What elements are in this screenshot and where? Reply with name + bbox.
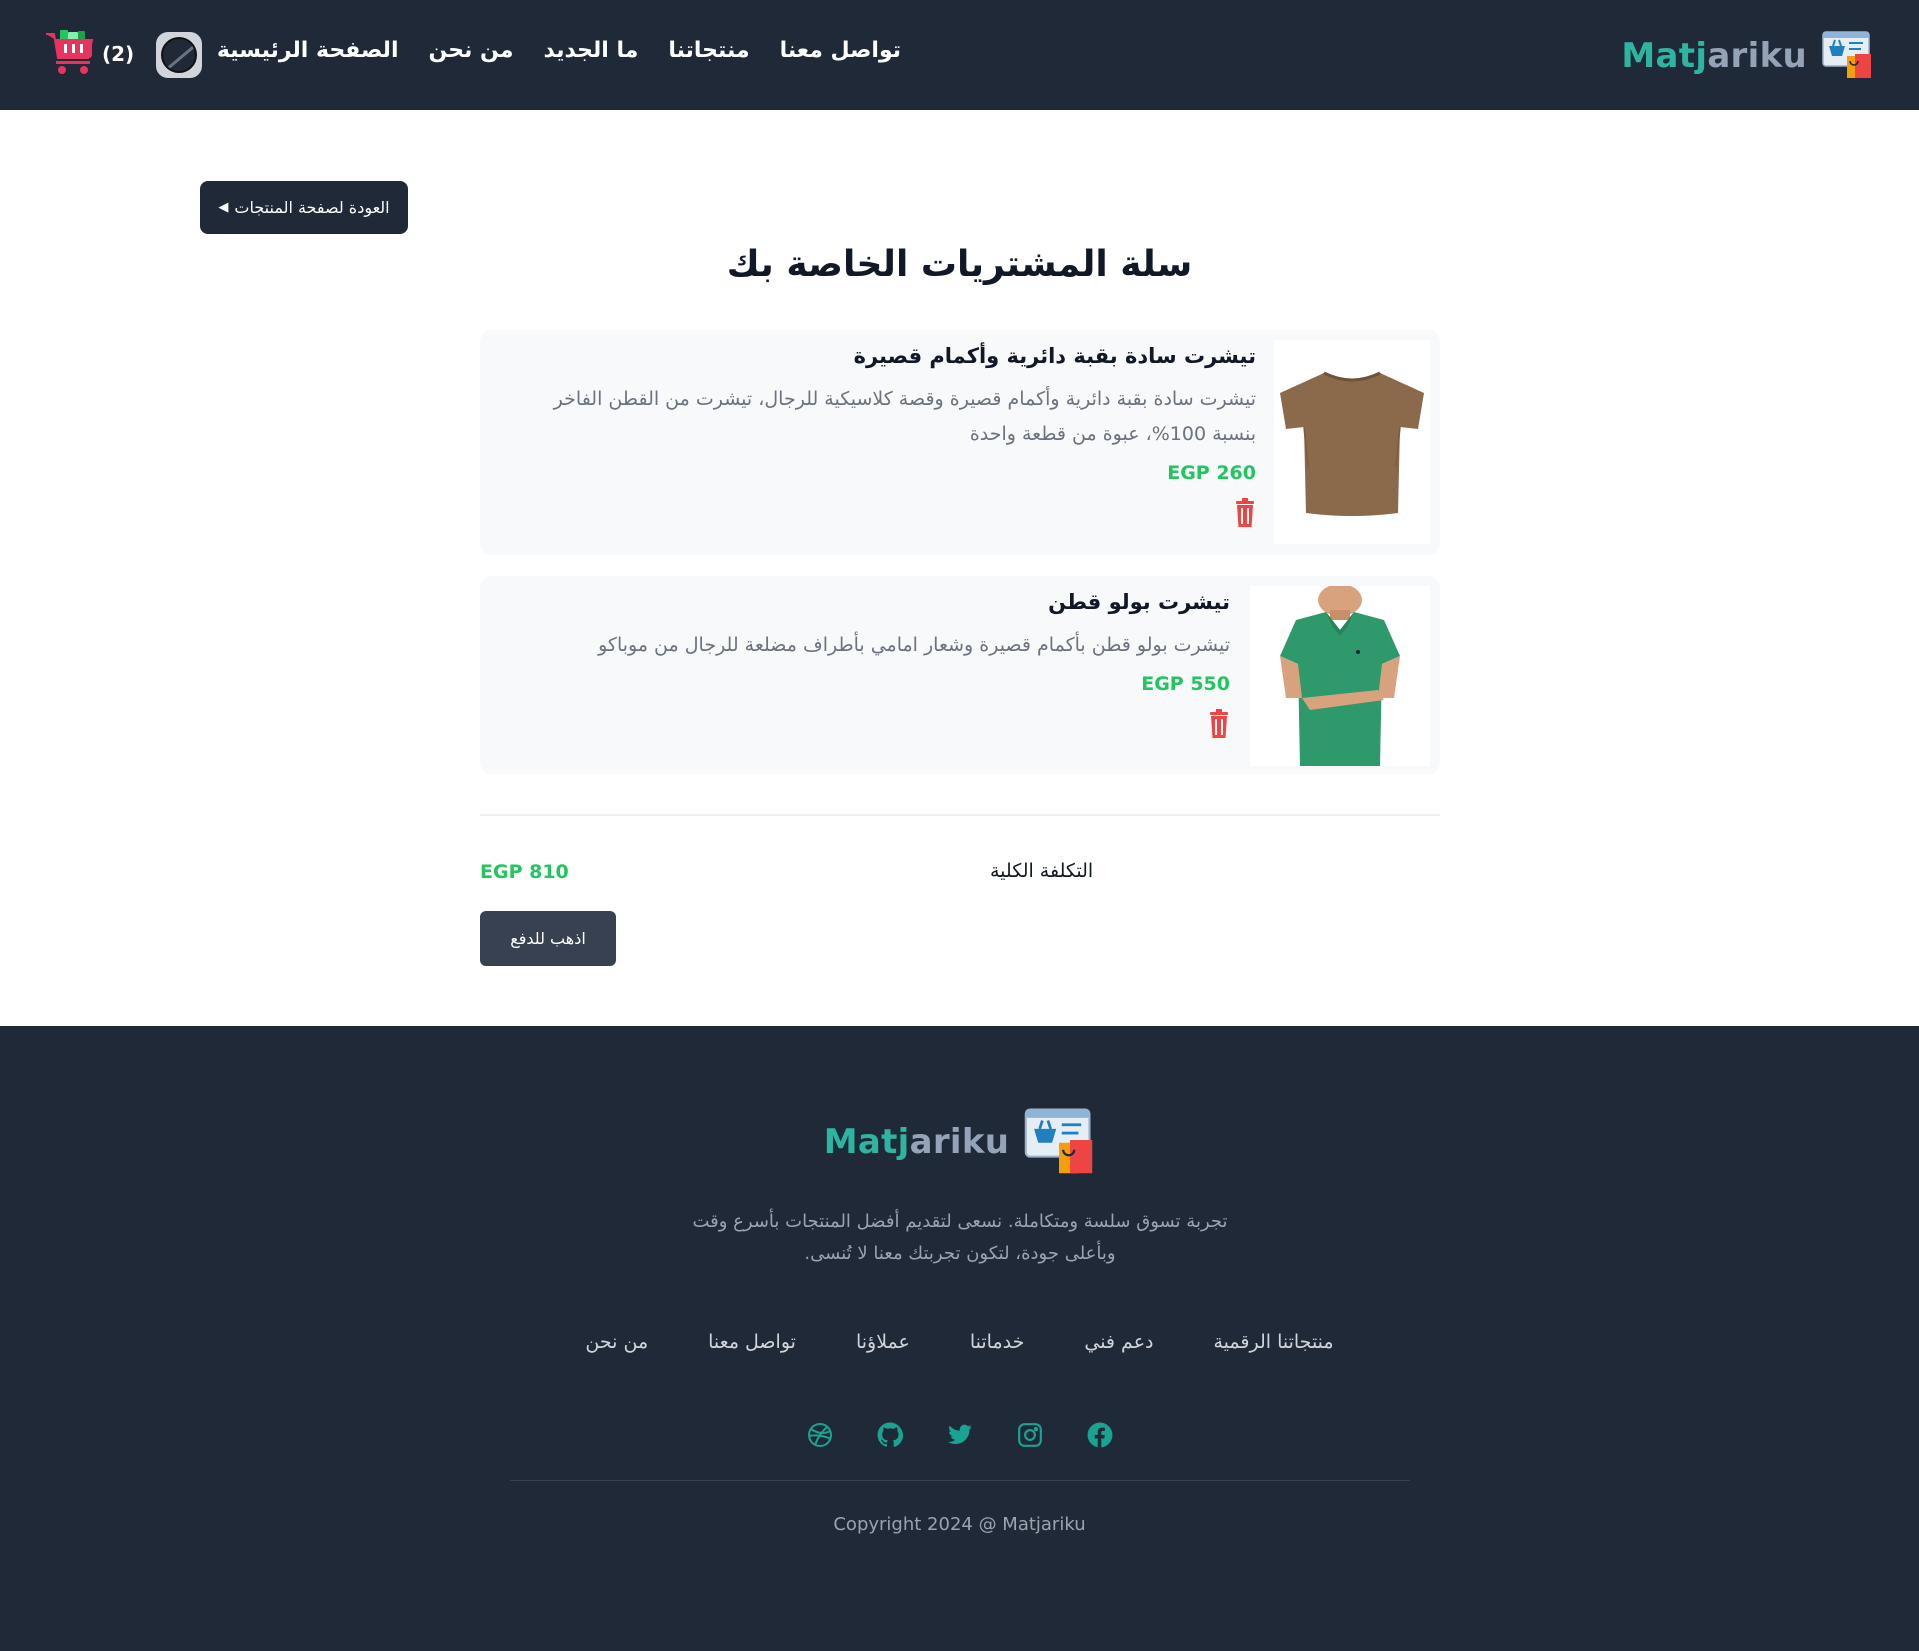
nav-about[interactable]: من نحن bbox=[428, 38, 513, 63]
item-description: تيشرت بولو قطن بأكمام قصيرة وشعار امامي … bbox=[598, 634, 1230, 656]
back-label: العودة لصفحة المنتجات bbox=[234, 198, 390, 217]
footer-link-about[interactable]: من نحن bbox=[585, 1331, 648, 1353]
footer-link-clients[interactable]: عملاؤنا bbox=[856, 1331, 910, 1353]
product-image-green-polo bbox=[1250, 586, 1430, 766]
item-info: تيشرت بولو قطن تيشرت بولو قطن بأكمام قصي… bbox=[500, 590, 1230, 743]
trash-icon[interactable] bbox=[1234, 498, 1256, 532]
trash-icon[interactable] bbox=[1208, 709, 1230, 743]
twitter-icon[interactable] bbox=[947, 1422, 973, 1448]
total-value: EGP 810 bbox=[480, 861, 569, 883]
main-nav: الصفحة الرئيسية من نحن ما الجديد منتجاتن… bbox=[217, 38, 901, 63]
copyright: Copyright 2024 @ Matjariku bbox=[833, 1514, 1086, 1535]
github-icon[interactable] bbox=[877, 1422, 903, 1448]
divider bbox=[480, 814, 1440, 816]
store-logo-icon bbox=[1023, 1104, 1095, 1180]
footer-brand-name: Matjariku bbox=[823, 1122, 1010, 1162]
footer-link-contact[interactable]: تواصل معنا bbox=[708, 1331, 796, 1353]
footer-link-digital-products[interactable]: منتجاتنا الرقمية bbox=[1214, 1331, 1334, 1353]
footer-description: تجربة تسوق سلسة ومتكاملة. نسعى لتقديم أف… bbox=[692, 1211, 1228, 1264]
item-price: EGP 260 bbox=[1167, 462, 1256, 484]
product-image-brown-tshirt bbox=[1274, 340, 1430, 544]
store-logo-icon bbox=[1821, 28, 1873, 84]
nav-whats-new[interactable]: ما الجديد bbox=[543, 38, 638, 63]
checkout-button[interactable]: اذهب للدفع bbox=[480, 911, 616, 966]
user-avatar[interactable] bbox=[156, 32, 202, 78]
nav-home[interactable]: الصفحة الرئيسية bbox=[217, 38, 399, 63]
back-arrow-icon: ◀ bbox=[218, 200, 229, 215]
nav-products[interactable]: منتجاتنا bbox=[668, 38, 749, 63]
total-label: التكلفة الكلية bbox=[990, 860, 1094, 882]
item-price: EGP 550 bbox=[1141, 673, 1230, 695]
item-title: تيشرت بولو قطن bbox=[1048, 590, 1230, 614]
footer-logo[interactable]: Matjariku bbox=[0, 1104, 1919, 1180]
site-header: Matjariku الصفحة الرئيسية من نحن ما الجد… bbox=[0, 0, 1919, 110]
footer-link-services[interactable]: خدماتنا bbox=[970, 1331, 1025, 1353]
cart-count: (2) bbox=[102, 42, 135, 66]
facebook-icon[interactable] bbox=[1087, 1422, 1113, 1448]
item-info: تيشرت سادة بقبة دائرية وأكمام قصيرة تيشر… bbox=[520, 344, 1256, 532]
item-title: تيشرت سادة بقبة دائرية وأكمام قصيرة bbox=[853, 344, 1256, 368]
instagram-icon[interactable] bbox=[1017, 1422, 1043, 1448]
footer-link-support[interactable]: دعم فني bbox=[1084, 1331, 1153, 1353]
brand-logo[interactable]: Matjariku bbox=[1621, 28, 1873, 84]
cart-item: تيشرت سادة بقبة دائرية وأكمام قصيرة تيشر… bbox=[480, 330, 1440, 555]
cart-item: تيشرت بولو قطن تيشرت بولو قطن بأكمام قصي… bbox=[480, 576, 1440, 774]
nav-contact[interactable]: تواصل معنا bbox=[780, 38, 901, 63]
shopping-cart-icon bbox=[44, 28, 96, 80]
footer-links: من نحن تواصل معنا عملاؤنا خدماتنا دعم فن… bbox=[0, 1331, 1919, 1353]
back-to-products-button[interactable]: العودة لصفحة المنتجات ◀ bbox=[200, 181, 408, 234]
cart-button[interactable]: (2) bbox=[44, 28, 134, 80]
item-description: تيشرت سادة بقبة دائرية وأكمام قصيرة وقصة… bbox=[553, 388, 1256, 445]
footer-divider bbox=[510, 1480, 1410, 1481]
avatar-image bbox=[161, 37, 197, 73]
brand-name: Matjariku bbox=[1621, 36, 1807, 76]
site-footer: Matjariku تجربة تسوق سلسة ومتكاملة. نسعى… bbox=[0, 1026, 1919, 1651]
page-title: سلة المشتريات الخاصة بك bbox=[726, 244, 1193, 285]
social-links bbox=[0, 1422, 1919, 1448]
dribbble-icon[interactable] bbox=[807, 1422, 833, 1448]
